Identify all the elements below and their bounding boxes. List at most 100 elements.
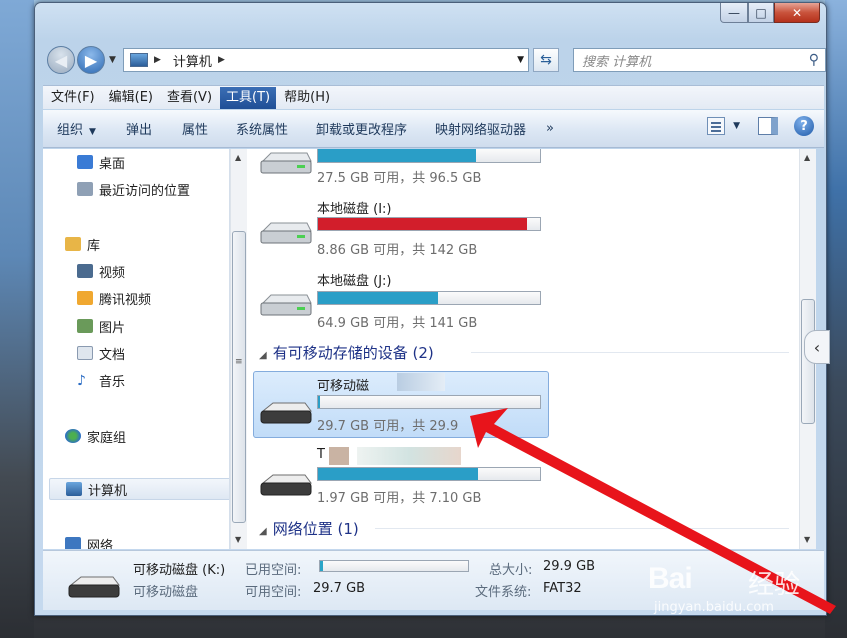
organize-label: 组织: [57, 123, 84, 138]
minimize-button[interactable]: —: [720, 3, 748, 23]
content-pane: 27.5 GB 可用，共 96.5 GB 本地磁盘 (I:) 8.86 GB 可…: [247, 149, 799, 549]
menu-help[interactable]: 帮助(H): [278, 87, 336, 109]
back-button[interactable]: ◀: [47, 46, 75, 74]
forward-button[interactable]: ▶: [77, 46, 105, 74]
address-dropdown-icon[interactable]: ▼: [517, 55, 524, 65]
nav-homegroup[interactable]: 家庭组: [65, 425, 126, 447]
drive-name: 本地磁盘 (I:): [317, 202, 392, 217]
nav-pictures[interactable]: 图片: [77, 315, 125, 337]
close-button[interactable]: ✕: [774, 3, 820, 23]
properties-button[interactable]: 属性: [182, 119, 208, 138]
pictures-icon: [77, 319, 93, 333]
menu-edit[interactable]: 编辑(E): [103, 87, 159, 109]
group-removable-label: 有可移动存储的设备 (2): [272, 344, 434, 362]
details-used-bar: [319, 560, 469, 572]
computer-icon: [66, 482, 82, 496]
drive-free-text: 27.5 GB 可用，共 96.5 GB: [317, 171, 482, 186]
capacity-bar: [317, 291, 541, 305]
nav-computer[interactable]: 计算机: [49, 478, 229, 500]
breadcrumb-arrow-icon[interactable]: ▶: [154, 55, 161, 65]
desktop-background-left: [0, 0, 34, 638]
change-view-icon[interactable]: [707, 117, 726, 135]
group-header-removable[interactable]: ◢ 有可移动存储的设备 (2): [259, 342, 434, 363]
menu-view[interactable]: 查看(V): [161, 87, 218, 109]
refresh-button[interactable]: ⇆: [533, 48, 559, 72]
capacity-fill: [318, 218, 527, 230]
nav-homegroup-label: 家庭组: [87, 430, 127, 446]
capacity-bar: [317, 217, 541, 231]
group-header-network[interactable]: ◢ 网络位置 (1): [259, 518, 359, 539]
group-divider: [471, 352, 789, 353]
nav-libraries[interactable]: 库: [65, 233, 100, 255]
preview-pane-icon[interactable]: [758, 117, 778, 135]
breadcrumb-arrow-icon[interactable]: ▶: [218, 55, 225, 65]
breadcrumb-computer[interactable]: 计算机: [173, 51, 212, 70]
details-free-value: 29.7 GB: [313, 581, 366, 596]
nav-music[interactable]: ♪ 音乐: [77, 369, 125, 391]
menu-tools[interactable]: 工具(T): [220, 86, 277, 109]
capacity-bar: [317, 395, 541, 409]
scroll-up-icon[interactable]: ▲: [804, 153, 810, 162]
baidu-watermark: Bai 经验 jingyan.baidu.com: [648, 562, 828, 622]
eject-button[interactable]: 弹出: [126, 119, 152, 138]
system-properties-button[interactable]: 系统属性: [236, 119, 288, 138]
collapse-icon[interactable]: ◢: [259, 526, 267, 537]
address-bar[interactable]: ▶ 计算机 ▶ ▼: [123, 48, 529, 72]
nav-documents[interactable]: 文档: [77, 342, 125, 364]
nav-video[interactable]: 视频: [77, 260, 125, 282]
organize-button[interactable]: 组织 ▼: [57, 119, 96, 138]
blurred-label-region: [329, 447, 349, 465]
maximize-button[interactable]: □: [748, 3, 774, 23]
nav-tencent-video[interactable]: 腾讯视频: [77, 287, 151, 309]
nav-recent-label: 最近访问的位置: [99, 183, 191, 199]
recent-pages-dropdown[interactable]: ▼: [109, 55, 116, 65]
nav-network[interactable]: 网络: [65, 533, 113, 549]
menu-file[interactable]: 文件(F): [45, 87, 101, 109]
collapse-icon[interactable]: ◢: [259, 350, 267, 361]
nav-scroll-thumb[interactable]: [232, 231, 246, 523]
details-total-label: 总大小:: [489, 563, 533, 578]
capacity-fill: [318, 292, 438, 304]
scroll-down-icon[interactable]: ▼: [235, 535, 241, 544]
computer-icon: [130, 53, 148, 67]
nav-recent[interactable]: 最近访问的位置: [77, 178, 190, 200]
chevron-down-icon: ▼: [89, 127, 96, 137]
search-icon[interactable]: ⚲: [809, 52, 819, 68]
network-icon: [65, 537, 81, 549]
drive-free-text: 64.9 GB 可用，共 141 GB: [317, 316, 478, 331]
drive-name: 本地磁盘 (J:): [317, 274, 392, 289]
recent-places-icon: [77, 182, 93, 196]
desktop-background-right: [825, 0, 847, 638]
drive-free-text: 1.97 GB 可用，共 7.10 GB: [317, 491, 482, 506]
navigation-pane: 桌面 最近访问的位置 库 视频 腾讯视频 图片 文档 ♪ 音乐 家庭组 计算机 网…: [43, 149, 230, 549]
capacity-fill: [318, 468, 478, 480]
capacity-bar: [317, 149, 541, 163]
scroll-down-icon[interactable]: ▼: [804, 535, 810, 544]
watermark-url: jingyan.baidu.com: [654, 600, 774, 615]
capacity-bar: [317, 467, 541, 481]
scroll-grip-icon: ≡: [235, 357, 243, 367]
blurred-label-region: [357, 447, 461, 465]
address-row: ◀ ▶ ▼ ▶ 计算机 ▶ ▼ ⇆ 搜索 计算机 ⚲: [43, 43, 826, 75]
details-free-label: 可用空间:: [245, 585, 302, 600]
map-drive-button[interactable]: 映射网络驱动器: [435, 119, 526, 138]
nav-documents-label: 文档: [99, 347, 126, 363]
nav-scrollbar[interactable]: ▲ ≡ ▼: [230, 149, 247, 549]
search-input[interactable]: 搜索 计算机 ⚲: [573, 48, 826, 72]
help-icon[interactable]: ?: [794, 116, 814, 136]
uninstall-button[interactable]: 卸载或更改程序: [316, 119, 407, 138]
search-placeholder: 搜索 计算机: [582, 54, 652, 70]
side-collapse-tab[interactable]: ‹: [804, 330, 830, 364]
nav-desktop[interactable]: 桌面: [77, 151, 125, 173]
chevron-down-icon[interactable]: ▼: [733, 121, 740, 131]
watermark-logo-suffix: 经验: [748, 570, 801, 600]
details-fs-label: 文件系统:: [475, 585, 532, 600]
scroll-up-icon[interactable]: ▲: [235, 153, 241, 162]
drive-free-text: 8.86 GB 可用，共 142 GB: [317, 243, 478, 258]
capacity-fill: [318, 396, 321, 408]
group-network-label: 网络位置 (1): [272, 520, 359, 538]
more-commands-button[interactable]: »: [546, 121, 554, 136]
nav-pictures-label: 图片: [99, 320, 126, 336]
video-icon: [77, 264, 93, 278]
group-divider: [375, 528, 789, 529]
